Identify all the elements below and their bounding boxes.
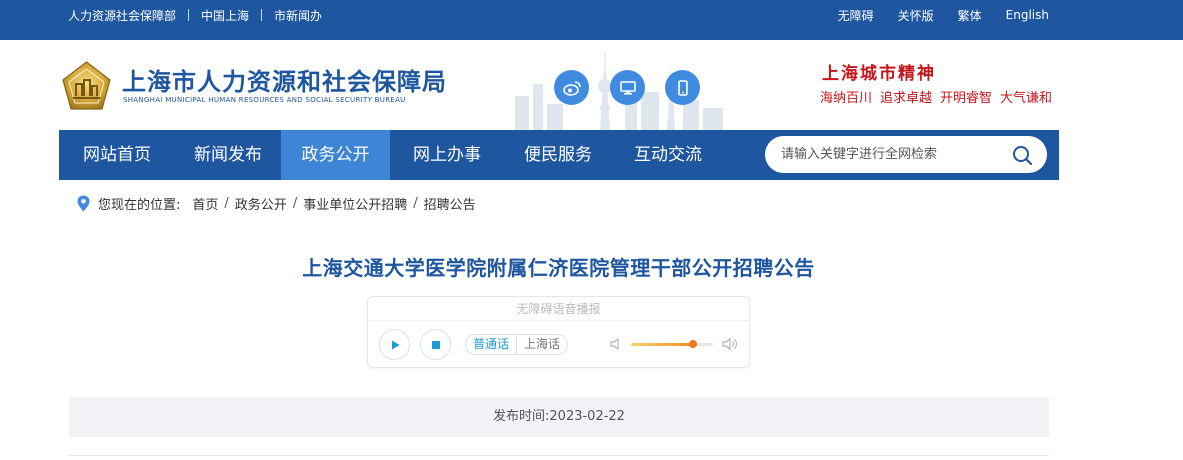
stop-icon <box>431 340 440 349</box>
publish-date-bar: 发布时间:2023-02-22 <box>69 397 1049 437</box>
nav-item-public-services[interactable]: 便民服务 <box>505 130 611 180</box>
website-button[interactable] <box>610 70 645 105</box>
slogan-item: 追求卓越 <box>880 91 933 106</box>
slogan-item: 开明睿智 <box>940 91 993 106</box>
slogan-item: 海纳百川 <box>820 91 873 106</box>
breadcrumb-item-recruitment[interactable]: 事业单位公开招聘 <box>303 194 407 213</box>
lang-mandarin[interactable]: 普通话 <box>466 335 518 354</box>
link-press-office[interactable]: 市新闻办 <box>274 7 322 24</box>
divider <box>261 9 263 21</box>
link-english[interactable]: English <box>1006 8 1049 22</box>
weibo-icon <box>562 80 581 96</box>
search-icon[interactable] <box>1011 144 1033 166</box>
play-button[interactable] <box>379 329 410 360</box>
divider <box>69 455 1049 456</box>
breadcrumb-lead: 您现在的位置: <box>98 197 181 213</box>
link-accessibility[interactable]: 无障碍 <box>838 7 874 24</box>
audio-player: 无障碍语音播报 普通话 上海话 <box>367 296 750 368</box>
volume-slider[interactable] <box>631 340 713 348</box>
article-title: 上海交通大学医学院附属仁济医院管理干部公开招聘公告 <box>302 256 815 280</box>
publish-date-value: 2023-02-22 <box>549 409 625 424</box>
search-input[interactable] <box>781 136 1001 173</box>
slogan-title: 上海城市精神 <box>822 64 936 84</box>
publish-date-label: 发布时间: <box>493 409 550 424</box>
computer-icon <box>619 80 636 95</box>
breadcrumb-separator: / <box>224 195 229 211</box>
top-bar: 人力资源社会保障部 中国上海 市新闻办 无障碍 关怀版 繁体 English <box>0 0 1183 40</box>
search-box <box>765 136 1047 173</box>
volume-slider-knob[interactable] <box>688 340 697 348</box>
slogan-line: 海纳百川 追求卓越 开明睿智 大气谦和 <box>820 87 1060 106</box>
breadcrumb: 您现在的位置: 首页 / 政务公开 / 事业单位公开招聘 / 招聘公告 <box>77 194 476 213</box>
lang-shanghainese[interactable]: 上海话 <box>517 335 567 354</box>
breadcrumb-item-gov-affairs[interactable]: 政务公开 <box>235 194 287 213</box>
breadcrumb-separator: / <box>413 195 418 211</box>
link-traditional-chinese[interactable]: 繁体 <box>958 7 982 24</box>
nav-item-gov-affairs[interactable]: 政务公开 <box>281 130 390 180</box>
player-title: 无障碍语音播报 <box>368 297 749 321</box>
link-care-version[interactable]: 关怀版 <box>898 7 934 24</box>
bureau-logo-icon[interactable] <box>60 60 113 112</box>
nav-item-news[interactable]: 新闻发布 <box>175 130 281 180</box>
divider <box>188 9 190 21</box>
top-links-right: 无障碍 关怀版 繁体 English <box>814 0 1049 30</box>
mobile-button[interactable] <box>665 70 700 105</box>
volume-slider-fill <box>631 343 693 346</box>
location-pin-icon <box>77 195 90 211</box>
play-icon <box>391 340 399 349</box>
top-links-left: 人力资源社会保障部 中国上海 市新闻办 <box>68 0 322 30</box>
breadcrumb-item-notice[interactable]: 招聘公告 <box>424 194 476 213</box>
nav-item-online-services[interactable]: 网上办事 <box>394 130 500 180</box>
breadcrumb-separator: / <box>292 195 298 211</box>
volume-high-icon[interactable] <box>721 337 739 351</box>
link-mohrss[interactable]: 人力资源社会保障部 <box>68 7 176 24</box>
mobile-icon <box>677 79 688 96</box>
site-subtitle: SHANGHAI MUNICIPAL HUMAN RESOURCES AND S… <box>123 96 406 104</box>
breadcrumb-item-home[interactable]: 首页 <box>192 194 218 213</box>
link-china-shanghai[interactable]: 中国上海 <box>201 7 249 24</box>
slogan-item: 大气谦和 <box>1000 91 1053 106</box>
stop-button[interactable] <box>420 329 451 360</box>
language-toggle: 普通话 上海话 <box>465 334 569 355</box>
site-title[interactable]: 上海市人力资源和社会保障局 <box>122 62 447 97</box>
nav-item-interaction[interactable]: 互动交流 <box>615 130 721 180</box>
volume-low-icon[interactable] <box>609 337 623 351</box>
nav-item-home[interactable]: 网站首页 <box>67 130 167 180</box>
weibo-button[interactable] <box>554 70 589 105</box>
main-nav: 网站首页 新闻发布 政务公开 网上办事 便民服务 互动交流 <box>59 130 1059 180</box>
